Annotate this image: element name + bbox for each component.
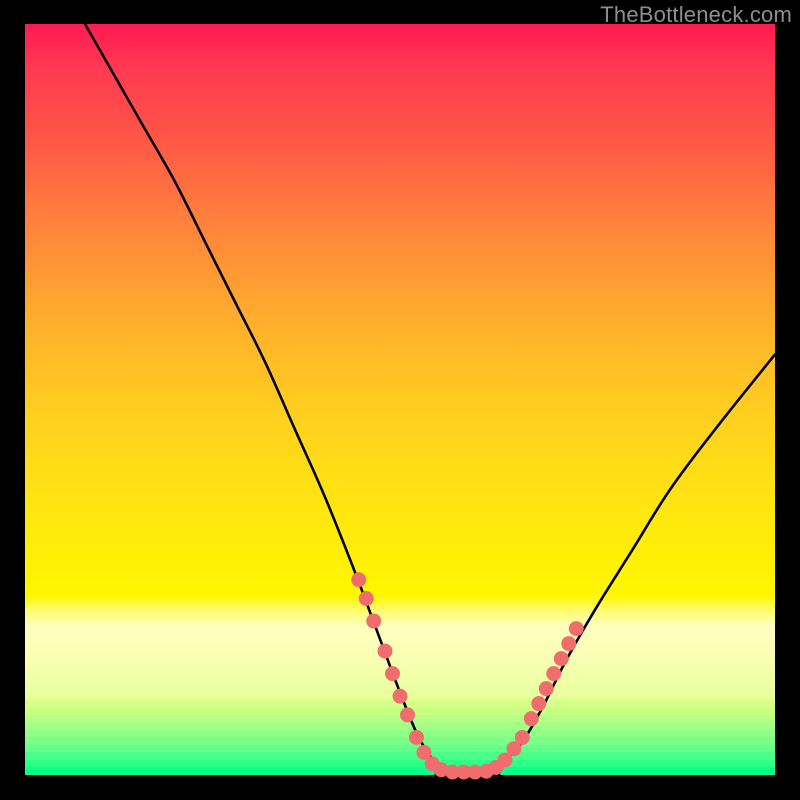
marker-dot	[524, 711, 539, 726]
curve-plot	[25, 24, 775, 775]
marker-dot	[515, 730, 530, 745]
marker-dot	[546, 666, 561, 681]
marker-dot	[531, 696, 546, 711]
marker-dot	[366, 614, 381, 629]
marker-group	[351, 572, 583, 779]
chart-panel	[24, 24, 776, 776]
marker-dot	[561, 636, 576, 651]
bottleneck-curve	[85, 24, 775, 776]
marker-dot	[539, 681, 554, 696]
marker-dot	[554, 651, 569, 666]
marker-dot	[393, 689, 408, 704]
app-frame: TheBottleneck.com	[0, 0, 800, 800]
marker-dot	[351, 572, 366, 587]
marker-dot	[400, 707, 415, 722]
marker-dot	[359, 591, 374, 606]
marker-dot	[378, 644, 393, 659]
watermark-text: TheBottleneck.com	[600, 2, 792, 28]
bottleneck-curve-path	[85, 24, 775, 776]
marker-dot	[409, 730, 424, 745]
marker-dot	[385, 666, 400, 681]
marker-dot	[569, 621, 584, 636]
